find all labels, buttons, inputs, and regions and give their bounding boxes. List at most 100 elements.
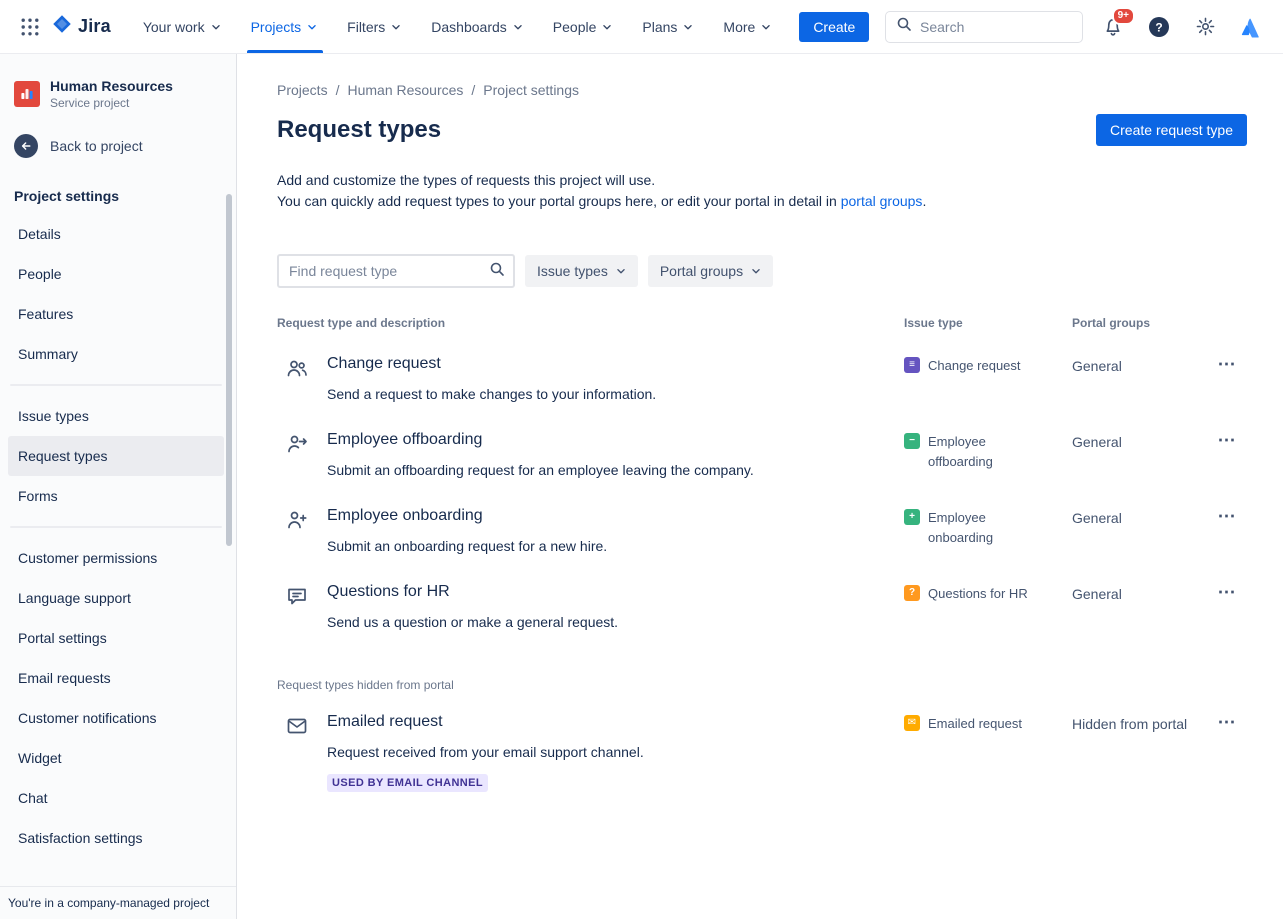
- column-issue-type: Issue type: [904, 316, 1072, 330]
- column-request-type: Request type and description: [277, 316, 904, 330]
- nav-more[interactable]: More: [709, 0, 787, 53]
- nav-dashboards[interactable]: Dashboards: [417, 0, 539, 53]
- breadcrumb-project-settings[interactable]: Project settings: [483, 82, 579, 98]
- table-header: Request type and description Issue type …: [277, 316, 1247, 334]
- row-actions-menu-button[interactable]: ⋯: [1214, 354, 1241, 374]
- row-actions-menu-button[interactable]: ⋯: [1214, 506, 1241, 526]
- request-type-row: Change request Send a request to make ch…: [277, 334, 1247, 410]
- request-type-name-link[interactable]: Emailed request: [327, 712, 443, 732]
- portal-group-cell: General: [1072, 506, 1207, 528]
- sidebar-item-customer-notifications[interactable]: Customer notifications: [8, 698, 224, 738]
- sidebar-item-language-support[interactable]: Language support: [8, 578, 224, 618]
- sidebar-item-forms[interactable]: Forms: [8, 476, 224, 516]
- hidden-from-portal-section-label: Request types hidden from portal: [277, 678, 1247, 692]
- jira-logo-text: Jira: [78, 16, 111, 37]
- issue-type-cell: − Employee offboarding: [904, 430, 1072, 472]
- sidebar-item-people[interactable]: People: [8, 254, 224, 294]
- back-to-project-label: Back to project: [50, 138, 143, 154]
- page-description: Add and customize the types of requests …: [277, 170, 1247, 212]
- portal-groups-link[interactable]: portal groups: [841, 193, 923, 209]
- app-switcher-icon[interactable]: [14, 11, 46, 43]
- row-actions-menu-button[interactable]: ⋯: [1214, 712, 1241, 732]
- sidebar-divider: [10, 384, 222, 386]
- description-line-1: Add and customize the types of requests …: [277, 170, 1247, 191]
- sidebar-item-customer-permissions[interactable]: Customer permissions: [8, 538, 224, 578]
- nav-people[interactable]: People: [539, 0, 629, 53]
- sidebar-section-title: Project settings: [8, 174, 224, 214]
- sidebar-item-widget[interactable]: Widget: [8, 738, 224, 778]
- description-line-2: You can quickly add request types to you…: [277, 191, 1247, 212]
- notifications-bell-icon[interactable]: 9+: [1097, 11, 1129, 43]
- nav-plans[interactable]: Plans: [628, 0, 709, 53]
- portal-group-cell: General: [1072, 582, 1207, 604]
- sidebar-scrollbar[interactable]: [226, 194, 232, 546]
- request-type-name-link[interactable]: Employee offboarding: [327, 430, 482, 450]
- sidebar-item-satisfaction-settings[interactable]: Satisfaction settings: [8, 818, 224, 858]
- sidebar-item-email-requests[interactable]: Email requests: [8, 658, 224, 698]
- sidebar-item-chat[interactable]: Chat: [8, 778, 224, 818]
- find-request-type-input[interactable]: [289, 263, 489, 279]
- issue-type-cell: ≡ Change request: [904, 354, 1072, 376]
- nav-filters[interactable]: Filters: [333, 0, 417, 53]
- issue-types-filter-dropdown[interactable]: Issue types: [525, 255, 638, 287]
- issue-type-cell: + Employee onboarding: [904, 506, 1072, 548]
- sidebar-item-portal-settings[interactable]: Portal settings: [8, 618, 224, 658]
- filter-bar: Issue types Portal groups: [277, 254, 1247, 288]
- nav-projects[interactable]: Projects: [237, 0, 334, 53]
- portal-group-cell: Hidden from portal: [1072, 712, 1207, 734]
- jira-logo-icon: [52, 14, 72, 39]
- breadcrumb-human-resources[interactable]: Human Resources: [347, 82, 463, 98]
- notifications-count-badge: 9+: [1112, 7, 1135, 25]
- request-type-row: Employee onboarding Submit an onboarding…: [277, 486, 1247, 562]
- search-icon: [489, 261, 505, 282]
- request-type-name-link[interactable]: Employee onboarding: [327, 506, 483, 526]
- used-by-email-channel-badge: USED BY EMAIL CHANNEL: [327, 774, 488, 792]
- column-portal-groups: Portal groups: [1072, 316, 1207, 330]
- request-type-row: Questions for HR Send us a question or m…: [277, 562, 1247, 638]
- project-settings-sidebar: Human Resources Service project Back to …: [0, 54, 237, 919]
- global-search[interactable]: [885, 11, 1083, 43]
- emailed-request-issue-icon: ✉: [904, 715, 920, 731]
- jira-logo[interactable]: Jira: [52, 14, 111, 39]
- help-icon[interactable]: ?: [1143, 11, 1175, 43]
- project-name: Human Resources: [50, 78, 173, 95]
- request-type-description: Send a request to make changes to your i…: [327, 384, 656, 404]
- sidebar-item-issue-types[interactable]: Issue types: [8, 396, 224, 436]
- portal-groups-filter-dropdown[interactable]: Portal groups: [648, 255, 773, 287]
- request-type-row: Employee offboarding Submit an offboardi…: [277, 410, 1247, 486]
- breadcrumb-projects[interactable]: Projects: [277, 82, 328, 98]
- request-type-name-link[interactable]: Questions for HR: [327, 582, 450, 602]
- nav-your-work[interactable]: Your work: [129, 0, 237, 53]
- sidebar-item-summary[interactable]: Summary: [8, 334, 224, 374]
- back-arrow-icon: [14, 134, 38, 158]
- sidebar-item-features[interactable]: Features: [8, 294, 224, 334]
- row-actions-menu-button[interactable]: ⋯: [1214, 430, 1241, 450]
- breadcrumb: Projects / Human Resources / Project set…: [277, 82, 1247, 98]
- settings-gear-icon[interactable]: [1189, 11, 1221, 43]
- project-type: Service project: [50, 96, 173, 110]
- find-request-type-box[interactable]: [277, 254, 515, 288]
- portal-group-cell: General: [1072, 430, 1207, 452]
- employee-onboarding-issue-icon: +: [904, 509, 920, 525]
- envelope-icon: [285, 714, 309, 738]
- create-button[interactable]: Create: [799, 12, 869, 42]
- request-type-name-link[interactable]: Change request: [327, 354, 441, 374]
- request-type-description: Request received from your email support…: [327, 742, 644, 762]
- search-icon: [896, 16, 912, 37]
- questions-for-hr-issue-icon: ?: [904, 585, 920, 601]
- request-types-page: Projects / Human Resources / Project set…: [237, 54, 1283, 919]
- search-input[interactable]: [920, 19, 1072, 35]
- sidebar-item-details[interactable]: Details: [8, 214, 224, 254]
- atlassian-icon[interactable]: [1235, 11, 1267, 43]
- user-plus-icon: [285, 508, 309, 532]
- row-actions-menu-button[interactable]: ⋯: [1214, 582, 1241, 602]
- svg-text:?: ?: [1155, 20, 1162, 34]
- portal-group-cell: General: [1072, 354, 1207, 376]
- create-request-type-button[interactable]: Create request type: [1096, 114, 1247, 146]
- sidebar-item-request-types[interactable]: Request types: [8, 436, 224, 476]
- people-group-icon: [285, 356, 309, 380]
- back-to-project-button[interactable]: Back to project: [8, 120, 224, 174]
- top-navigation: Jira Your work Projects Filters Dashboar…: [0, 0, 1283, 54]
- sidebar-footer-note: You're in a company-managed project: [0, 886, 236, 919]
- issue-type-cell: ✉ Emailed request: [904, 712, 1072, 734]
